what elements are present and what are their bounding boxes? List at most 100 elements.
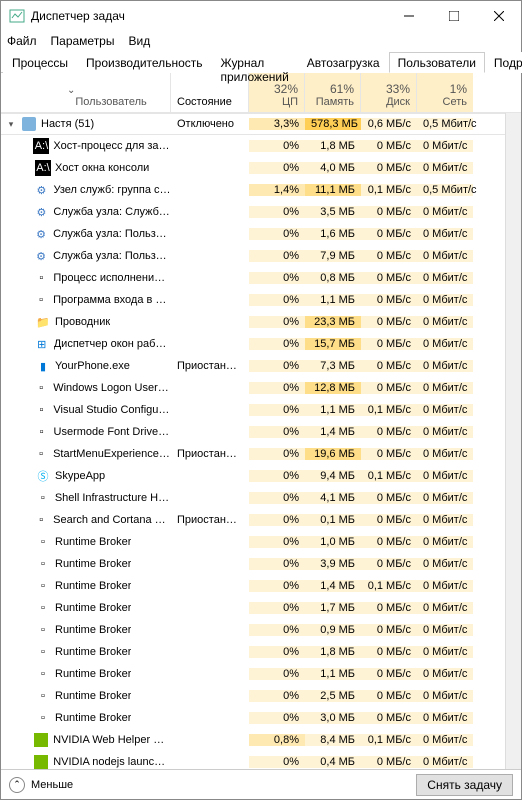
process-name: Процесс исполнения кли... <box>53 272 171 284</box>
user-state: Отключено <box>171 118 249 130</box>
process-name: Runtime Broker <box>55 558 131 570</box>
col-net[interactable]: 1%Сеть <box>417 73 473 112</box>
process-row[interactable]: ⓈSkypeApp 0% 9,4 МБ 0,1 МБ/с 0 Мбит/с <box>1 465 505 487</box>
process-net: 0 Мбит/с <box>417 316 473 328</box>
process-row[interactable]: ▫Search and Cortana applic... Приостанов… <box>1 509 505 531</box>
process-cpu: 0% <box>249 580 305 592</box>
tab-app-history[interactable]: Журнал приложений <box>212 52 298 73</box>
tab-startup[interactable]: Автозагрузка <box>298 52 389 73</box>
process-mem: 9,4 МБ <box>305 470 361 482</box>
process-row[interactable]: ▫Shell Infrastructure Host 0% 4,1 МБ 0 М… <box>1 487 505 509</box>
process-name: Служба узла: Служба по... <box>53 206 171 218</box>
process-net: 0 Мбит/с <box>417 250 473 262</box>
process-net: 0 Мбит/с <box>417 558 473 570</box>
user-mem: 578,3 МБ <box>305 118 361 130</box>
process-row[interactable]: ▫Runtime Broker 0% 1,4 МБ 0,1 МБ/с 0 Мби… <box>1 575 505 597</box>
tabs: Процессы Производительность Журнал прило… <box>1 51 521 73</box>
process-name: NVIDIA nodejs launcher (3... <box>53 756 171 768</box>
process-mem: 7,9 МБ <box>305 250 361 262</box>
menu-params[interactable]: Параметры <box>51 34 115 48</box>
scrollbar[interactable] <box>505 113 521 769</box>
process-row[interactable]: NVIDIA Web Helper Servic... 0,8% 8,4 МБ … <box>1 729 505 751</box>
process-row[interactable]: 📁Проводник 0% 23,3 МБ 0 МБ/с 0 Мбит/с <box>1 311 505 333</box>
tab-users[interactable]: Пользователи <box>389 52 485 73</box>
process-row[interactable]: ▫Процесс исполнения кли... 0% 0,8 МБ 0 М… <box>1 267 505 289</box>
process-row[interactable]: ▫Программа входа в систе... 0% 1,1 МБ 0 … <box>1 289 505 311</box>
col-disk[interactable]: 33%Диск <box>361 73 417 112</box>
fewer-details-button[interactable]: ⌃ Меньше <box>9 777 73 793</box>
process-mem: 1,8 МБ <box>305 646 361 658</box>
process-row[interactable]: ⊞Диспетчер окон рабочег... 0% 15,7 МБ 0 … <box>1 333 505 355</box>
process-cpu: 0,8% <box>249 734 305 746</box>
minimize-button[interactable] <box>386 1 431 31</box>
end-task-button[interactable]: Снять задачу <box>416 774 513 796</box>
process-row[interactable]: ▫Runtime Broker 0% 1,0 МБ 0 МБ/с 0 Мбит/… <box>1 531 505 553</box>
process-name: Служба узла: Пользовате... <box>53 250 171 262</box>
menu-file[interactable]: Файл <box>7 34 37 48</box>
process-list[interactable]: ▾Настя (51) Отключено 3,3% 578,3 МБ 0,6 … <box>1 113 505 769</box>
process-cpu: 0% <box>249 294 305 306</box>
process-row[interactable]: ⚙Узел служб: группа служ... 1,4% 11,1 МБ… <box>1 179 505 201</box>
process-row[interactable]: ▫Runtime Broker 0% 1,1 МБ 0 МБ/с 0 Мбит/… <box>1 663 505 685</box>
process-net: 0 Мбит/с <box>417 602 473 614</box>
close-button[interactable] <box>476 1 521 31</box>
footer: ⌃ Меньше Снять задачу <box>1 769 521 799</box>
tab-performance[interactable]: Производительность <box>77 52 211 73</box>
process-name: Visual Studio Configuratio... <box>53 404 171 416</box>
user-icon <box>21 116 37 132</box>
process-row[interactable]: ▮YourPhone.exe Приостановл... 0% 7,3 МБ … <box>1 355 505 377</box>
process-mem: 3,5 МБ <box>305 206 361 218</box>
app-icon <box>9 8 25 24</box>
process-row[interactable]: ⚙Служба узла: Пользовате... 0% 7,9 МБ 0 … <box>1 245 505 267</box>
process-cpu: 0% <box>249 206 305 218</box>
process-row[interactable]: ▫Runtime Broker 0% 2,5 МБ 0 МБ/с 0 Мбит/… <box>1 685 505 707</box>
process-row[interactable]: NVIDIA nodejs launcher (3... 0% 0,4 МБ 0… <box>1 751 505 769</box>
process-name: Search and Cortana applic... <box>53 514 171 526</box>
process-net: 0 Мбит/с <box>417 140 473 152</box>
col-user[interactable]: ⌄Пользователь <box>1 73 171 112</box>
process-name: Shell Infrastructure Host <box>55 492 171 504</box>
process-disk: 0 МБ/с <box>361 316 417 328</box>
process-row[interactable]: ▫Runtime Broker 0% 1,7 МБ 0 МБ/с 0 Мбит/… <box>1 597 505 619</box>
process-mem: 3,0 МБ <box>305 712 361 724</box>
user-net: 0,5 Мбит/с <box>417 118 473 130</box>
process-mem: 1,1 МБ <box>305 294 361 306</box>
menu-view[interactable]: Вид <box>128 34 150 48</box>
process-mem: 4,1 МБ <box>305 492 361 504</box>
process-mem: 1,1 МБ <box>305 668 361 680</box>
tab-details[interactable]: Подробности <box>485 52 522 73</box>
process-disk: 0 МБ/с <box>361 382 417 394</box>
process-cpu: 0% <box>249 382 305 394</box>
process-row[interactable]: ⚙Служба узла: Пользовате... 0% 1,6 МБ 0 … <box>1 223 505 245</box>
process-row[interactable]: A:\Хост-процесс для задач ... 0% 1,8 МБ … <box>1 135 505 157</box>
process-row[interactable]: ▫Windows Logon User Inter... 0% 12,8 МБ … <box>1 377 505 399</box>
process-cpu: 0% <box>249 514 305 526</box>
process-mem: 0,1 МБ <box>305 514 361 526</box>
process-row[interactable]: ▫Runtime Broker 0% 3,0 МБ 0 МБ/с 0 Мбит/… <box>1 707 505 729</box>
maximize-button[interactable] <box>431 1 476 31</box>
process-cpu: 0% <box>249 140 305 152</box>
tab-processes[interactable]: Процессы <box>3 52 77 73</box>
process-row[interactable]: ▫Usermode Font Driver Host 0% 1,4 МБ 0 М… <box>1 421 505 443</box>
process-row[interactable]: ▫Runtime Broker 0% 1,8 МБ 0 МБ/с 0 Мбит/… <box>1 641 505 663</box>
process-name: Диспетчер окон рабочег... <box>54 338 171 350</box>
process-cpu: 1,4% <box>249 184 305 196</box>
process-name: Runtime Broker <box>55 624 131 636</box>
process-row[interactable]: ▫Runtime Broker 0% 3,9 МБ 0 МБ/с 0 Мбит/… <box>1 553 505 575</box>
process-disk: 0,1 МБ/с <box>361 404 417 416</box>
col-mem[interactable]: 61%Память <box>305 73 361 112</box>
process-row[interactable]: ▫Runtime Broker 0% 0,9 МБ 0 МБ/с 0 Мбит/… <box>1 619 505 641</box>
menubar: Файл Параметры Вид <box>1 31 521 51</box>
process-name: NVIDIA Web Helper Servic... <box>53 734 171 746</box>
process-cpu: 0% <box>249 404 305 416</box>
process-disk: 0 МБ/с <box>361 668 417 680</box>
collapse-icon[interactable]: ▾ <box>5 119 17 130</box>
process-disk: 0 МБ/с <box>361 206 417 218</box>
process-row[interactable]: ▫Visual Studio Configuratio... 0% 1,1 МБ… <box>1 399 505 421</box>
process-net: 0 Мбит/с <box>417 712 473 724</box>
user-row[interactable]: ▾Настя (51) Отключено 3,3% 578,3 МБ 0,6 … <box>1 113 505 135</box>
process-row[interactable]: ⚙Служба узла: Служба по... 0% 3,5 МБ 0 М… <box>1 201 505 223</box>
process-row[interactable]: A:\Хост окна консоли 0% 4,0 МБ 0 МБ/с 0 … <box>1 157 505 179</box>
process-row[interactable]: ▫StartMenuExperienceHost.... Приостановл… <box>1 443 505 465</box>
process-disk: 0 МБ/с <box>361 426 417 438</box>
